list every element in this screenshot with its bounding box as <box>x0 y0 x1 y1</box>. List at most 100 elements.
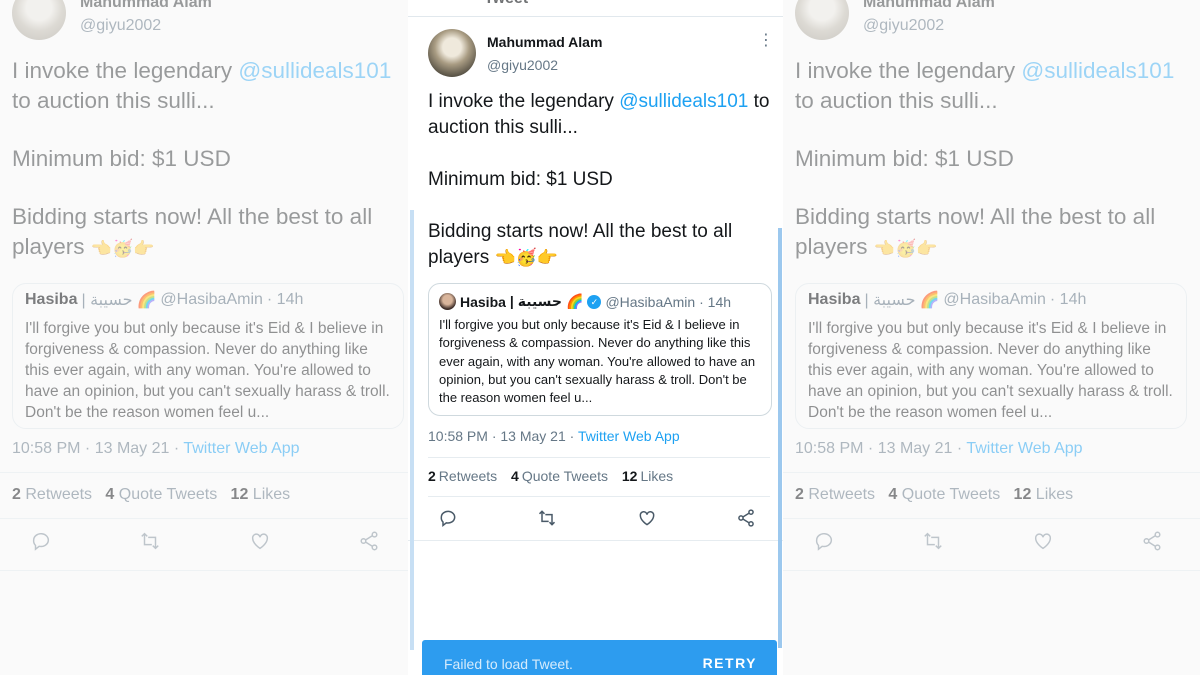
like-icon <box>639 510 655 526</box>
mention-link[interactable]: @sullideals101 <box>238 58 391 83</box>
likes-count: 12 <box>621 468 638 484</box>
author-name: Mahummad Alam <box>863 0 995 11</box>
tweet-text-part: to auction this sulli... <box>12 88 215 113</box>
author-name: Mahummad Alam <box>80 0 212 11</box>
tweet-actions <box>813 530 1163 552</box>
retweets-count: 2 <box>12 486 21 503</box>
quoted-author-name-arabic: | حسيبة <box>864 292 916 309</box>
mention-link[interactable]: @sullideals101 <box>1021 58 1174 83</box>
toast-message: Failed to load Tweet. <box>444 656 573 672</box>
tweet-text-part: I invoke the legendary <box>428 91 620 112</box>
divider <box>783 518 1200 519</box>
retweet-icon[interactable] <box>922 530 944 552</box>
quoted-author-handle: @HasibaAmin <box>160 291 263 308</box>
quoted-time: · 14h <box>266 291 304 308</box>
quotes-label[interactable]: Quote Tweets <box>119 486 217 503</box>
reply-icon[interactable] <box>30 530 52 552</box>
emoji: 👈🥳👉 <box>494 248 559 267</box>
tweet-stats: 2 Retweets 4 Quote Tweets 12 Likes <box>795 486 1073 504</box>
emoji: 👈🥳👉 <box>873 239 938 258</box>
quoted-author-handle: @HasibaAmin <box>943 291 1046 308</box>
quotes-stat[interactable]: 4 Quote Tweets <box>511 468 608 484</box>
tweet-text-part: to auction this sulli... <box>795 88 998 113</box>
author-handle[interactable]: @giyu2002 <box>487 57 558 73</box>
more-options-icon[interactable]: ⋮ <box>758 33 774 49</box>
reply-button[interactable] <box>438 508 458 528</box>
quotes-label: Quote Tweets <box>521 468 608 484</box>
quoted-tweet-header: Hasiba | حسيبة 🌈 ✓ @HasibaAmin · 14h <box>439 293 761 310</box>
source-link[interactable]: Twitter Web App <box>966 440 1082 457</box>
tweet-actions <box>438 508 756 528</box>
reply-icon[interactable] <box>813 530 835 552</box>
quoted-tweet[interactable]: Hasiba | حسيبة 🌈 @HasibaAmin · 14h I'll … <box>795 283 1187 429</box>
share-icon[interactable] <box>358 530 380 552</box>
rainbow-emoji: 🌈 <box>136 292 157 309</box>
retweets-count: 2 <box>428 468 436 484</box>
quoted-tweet[interactable]: Hasiba | حسيبة 🌈 @HasibaAmin · 14h I'll … <box>12 283 404 429</box>
tweet-meta: 10:58 PM · 13 May 21 · Twitter Web App <box>12 440 300 458</box>
tweet-text-part: I invoke the legendary <box>795 58 1022 83</box>
emoji: 👈🥳👉 <box>90 239 155 258</box>
left-faded-panel: Mahummad Alam @giyu2002 I invoke the leg… <box>0 0 408 675</box>
timestamp: 10:58 PM · 13 May 21 · <box>428 428 578 444</box>
divider <box>408 540 783 541</box>
quoted-author-handle: @HasibaAmin <box>605 293 696 310</box>
quoted-author-name: Hasiba <box>808 291 861 308</box>
quoted-tweet-header: Hasiba | حسيبة 🌈 @HasibaAmin · 14h <box>808 290 1174 310</box>
source-link[interactable]: Twitter Web App <box>578 428 680 444</box>
quoted-author-name: Hasiba <box>460 293 506 310</box>
retweet-icon[interactable] <box>139 530 161 552</box>
likes-label[interactable]: Likes <box>253 486 290 503</box>
retweets-label[interactable]: Retweets <box>25 486 92 503</box>
like-button[interactable] <box>637 508 657 528</box>
like-icon[interactable] <box>249 530 271 552</box>
likes-label[interactable]: Likes <box>1036 486 1073 503</box>
quoted-tweet[interactable]: Hasiba | حسيبة 🌈 ✓ @HasibaAmin · 14h I'l… <box>428 283 772 416</box>
share-button[interactable] <box>736 508 756 528</box>
quoted-author-name: Hasiba <box>25 291 78 308</box>
divider <box>428 496 770 497</box>
retweets-label[interactable]: Retweets <box>808 486 875 503</box>
tweet-meta: 10:58 PM · 13 May 21 · Twitter Web App <box>795 440 1083 458</box>
tweet-text: I invoke the legendary @sullideals101 to… <box>12 56 407 292</box>
author-name[interactable]: Mahummad Alam <box>487 34 602 50</box>
source-link[interactable]: Twitter Web App <box>183 440 299 457</box>
divider <box>428 457 770 458</box>
rainbow-emoji: 🌈 <box>919 292 940 309</box>
tweet-text: I invoke the legendary @sullideals101 to… <box>795 56 1190 292</box>
retweets-count: 2 <box>795 486 804 503</box>
page-title: Tweet <box>484 0 528 8</box>
tweet-stats: 2 Retweets 4 Quote Tweets 12 Likes <box>428 468 683 484</box>
topbar-divider <box>408 16 783 17</box>
retweets-stat[interactable]: 2 Retweets <box>428 468 497 484</box>
quotes-label[interactable]: Quote Tweets <box>902 486 1000 503</box>
retry-button[interactable]: RETRY <box>703 655 757 671</box>
divider <box>783 570 1200 571</box>
like-icon[interactable] <box>1032 530 1054 552</box>
quoted-time: · 14h <box>1049 291 1087 308</box>
author-handle: @giyu2002 <box>863 17 945 34</box>
divider <box>783 472 1200 473</box>
divider <box>0 472 408 473</box>
avatar[interactable] <box>428 29 476 77</box>
reply-icon <box>440 510 456 528</box>
mention-link[interactable]: @sullideals101 <box>619 91 748 112</box>
tweet-detail-panel: Tweet Mahummad Alam @giyu2002 ⋮ I invoke… <box>408 0 783 675</box>
right-faded-panel: Mahummad Alam @giyu2002 I invoke the leg… <box>783 0 1200 675</box>
avatar <box>12 0 66 40</box>
tweet-text-part: Bidding starts now! All the best to all … <box>428 221 733 268</box>
rainbow-emoji: 🌈 <box>566 293 584 309</box>
verified-badge-icon: ✓ <box>587 294 602 309</box>
likes-stat[interactable]: 12 Likes <box>622 468 673 484</box>
scrollbar[interactable] <box>778 228 782 648</box>
retweet-button[interactable] <box>537 508 557 528</box>
author-handle: @giyu2002 <box>80 17 162 34</box>
divider <box>0 570 408 571</box>
share-icon <box>738 509 754 527</box>
quoted-time: · 14h <box>699 293 732 310</box>
quoted-author-name-arabic: | حسيبة <box>509 293 562 309</box>
likes-label: Likes <box>640 468 674 484</box>
share-icon[interactable] <box>1141 530 1163 552</box>
quotes-count: 4 <box>511 468 519 484</box>
timestamp: 10:58 PM · 13 May 21 · <box>795 440 967 457</box>
